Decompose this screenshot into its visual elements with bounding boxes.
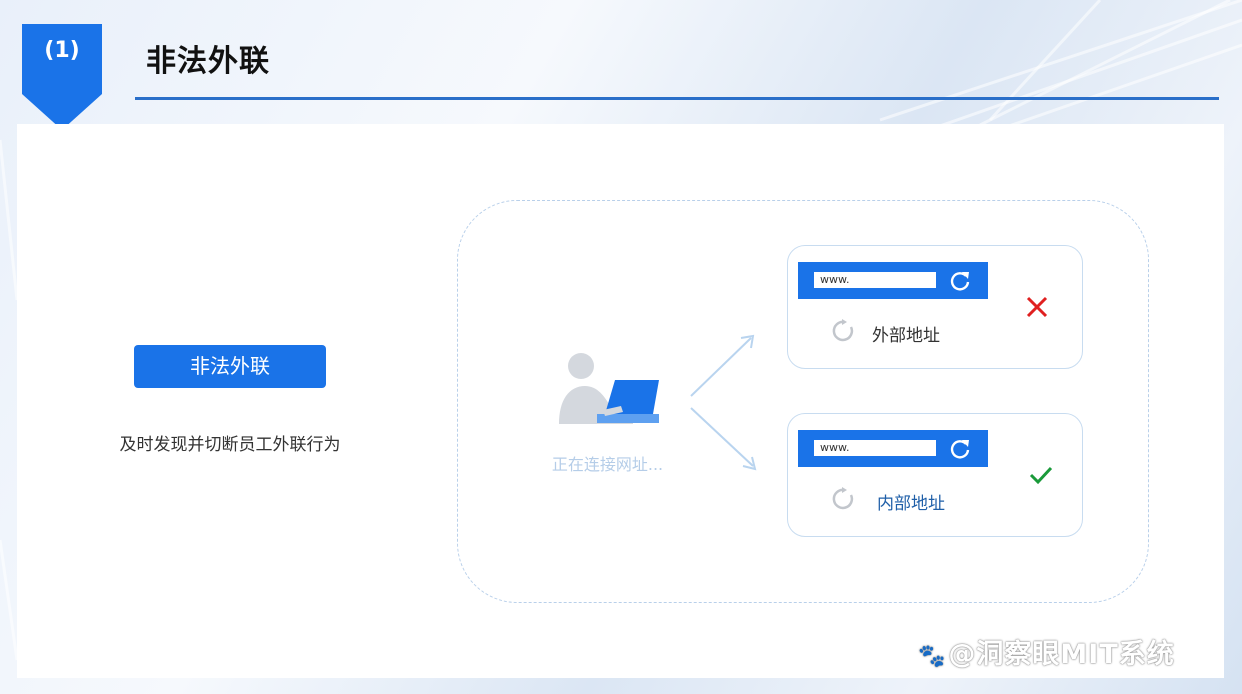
illegal-outreach-button[interactable]: 非法外联 [134, 345, 326, 388]
loading-spinner-icon [832, 487, 854, 510]
page-title: 非法外联 [146, 44, 270, 79]
watermark-text: @洞察眼MIT系统 [948, 639, 1175, 670]
connecting-status: 正在连接网址... [551, 455, 664, 474]
browser-address-bar: www. [798, 430, 988, 467]
internal-address-card: www. 内部地址 [787, 413, 1083, 537]
watermark: 🐾@洞察眼MIT系统 [918, 632, 1175, 671]
browser-address-bar: www. [798, 262, 988, 299]
allowed-check-icon [1029, 466, 1053, 485]
user-at-laptop-icon [559, 353, 659, 424]
blocked-x-icon [1026, 296, 1048, 318]
paw-logo-icon: 🐾 [918, 644, 947, 669]
section-number: (1) [44, 38, 80, 63]
url-field[interactable]: www. [814, 440, 936, 456]
url-field[interactable]: www. [814, 272, 936, 288]
refresh-icon[interactable] [948, 436, 972, 460]
refresh-icon[interactable] [948, 268, 972, 292]
external-address-label: 外部地址 [872, 326, 940, 346]
external-address-card: www. 外部地址 [787, 245, 1083, 369]
feature-description: 及时发现并切断员工外联行为 [119, 435, 341, 455]
loading-spinner-icon [832, 319, 854, 342]
title-divider [135, 97, 1219, 100]
connection-arrows [690, 334, 757, 471]
internal-address-label: 内部地址 [877, 494, 945, 514]
